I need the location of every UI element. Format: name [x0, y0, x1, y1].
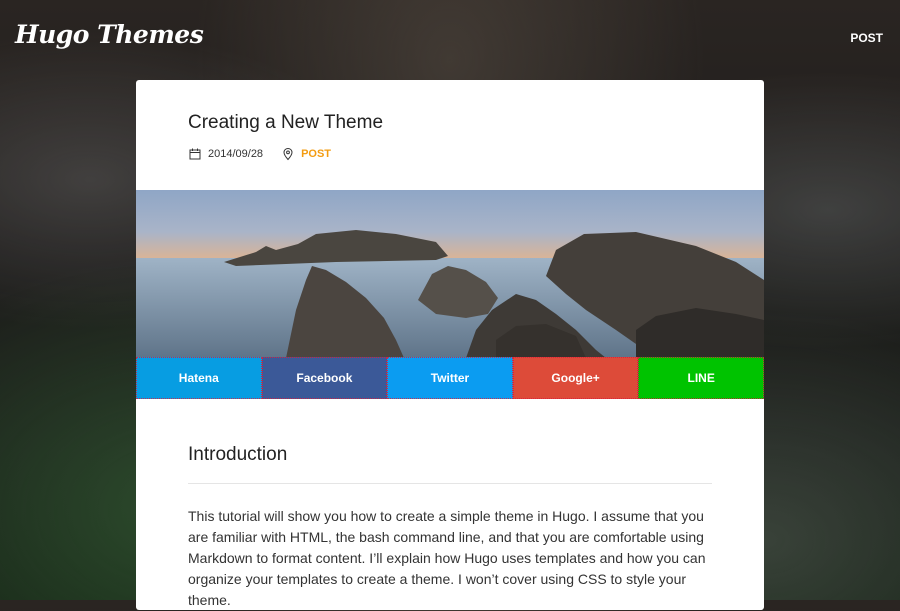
article-card: Creating a New Theme 2014/09/28 POST Hat… — [136, 80, 764, 610]
hero-image — [136, 190, 764, 358]
section-heading: Introduction — [188, 444, 288, 465]
location-pin-icon — [281, 147, 295, 161]
share-facebook-button[interactable]: Facebook — [261, 357, 388, 399]
post-title: Creating a New Theme — [188, 112, 384, 133]
share-twitter-button[interactable]: Twitter — [387, 357, 513, 399]
post-category-link[interactable]: POST — [301, 148, 331, 160]
share-bar: Hatena Facebook Twitter Google+ LINE — [136, 357, 764, 399]
share-googleplus-button[interactable]: Google+ — [512, 357, 639, 399]
post-date: 2014/09/28 — [208, 148, 264, 160]
heading-divider — [188, 483, 712, 484]
intro-paragraph: This tutorial will show you how to creat… — [188, 508, 706, 608]
site-logo[interactable]: Hugo Themes — [15, 20, 204, 49]
nav-post-link[interactable]: POST — [850, 31, 883, 45]
share-line-button[interactable]: LINE — [638, 357, 764, 399]
share-hatena-button[interactable]: Hatena — [136, 357, 262, 399]
calendar-icon — [188, 147, 202, 161]
post-meta: 2014/09/28 POST — [188, 146, 331, 162]
